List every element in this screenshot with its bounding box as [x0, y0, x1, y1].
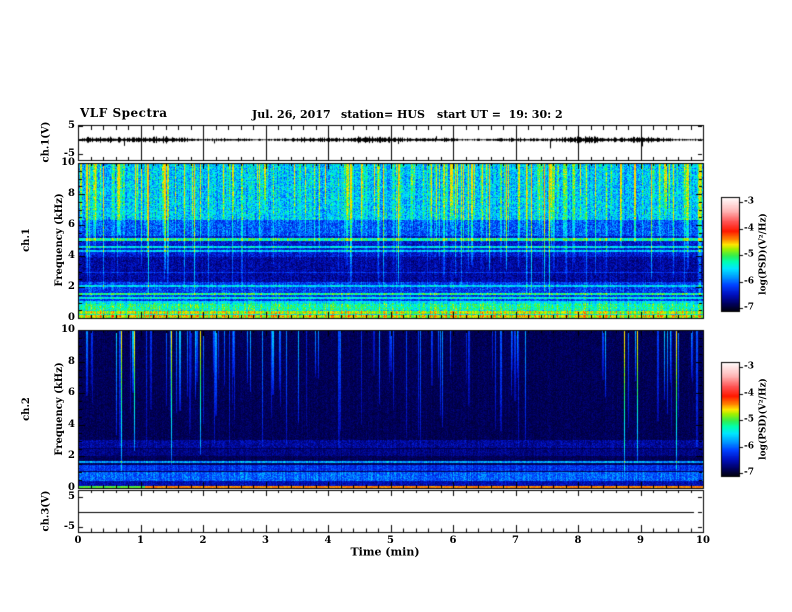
colorbar2-tick-label: -5 — [744, 414, 754, 425]
colorbar2-label: log(PSD)(V²/Hz) — [758, 378, 769, 460]
plot-date: Jul. 26, 2017 — [252, 108, 331, 121]
spectra-plot-canvas — [0, 0, 792, 612]
ch2-frequency-axis-label-line1: ch.2 — [21, 397, 32, 421]
ch1-freq-tick-label: 2 — [68, 281, 75, 292]
colorbar1-tick-label: -7 — [744, 302, 754, 313]
colorbar1-tick-label: -5 — [744, 249, 754, 260]
colorbar1-tick-label: -4 — [744, 223, 754, 233]
ch1-volt-tick-label: -5 — [63, 147, 75, 159]
ch1-volt-tick-label: 5 — [68, 120, 75, 132]
plot-title: VLF Spectra — [80, 106, 168, 120]
ch1-frequency-axis-label-line1: ch.1 — [21, 228, 32, 252]
ch2-freq-tick-label: 4 — [68, 418, 75, 430]
time-tick-label: 1 — [137, 535, 144, 546]
colorbar1-tick-label: -6 — [744, 276, 754, 286]
ch1-frequency-axis-label-line2: Frequency (kHz) — [54, 193, 65, 287]
vlf-spectra-screen: VLF Spectra Jul. 26, 2017 station= HUS s… — [0, 0, 792, 612]
colorbar2-tick-label: -4 — [744, 388, 754, 398]
ch1-frequency-axis-label: ch.1 Frequency (kHz) — [0, 193, 87, 286]
ch3-volt-tick-label: -5 — [63, 520, 75, 532]
time-tick-label: 3 — [262, 535, 269, 546]
colorbar2-tick-label: -3 — [744, 361, 754, 372]
start-ut-label: start UT = 19: 30: 2 — [437, 108, 563, 121]
time-axis-label: Time (min) — [350, 545, 420, 559]
ch1-freq-tick-label: 8 — [68, 188, 75, 199]
time-tick-label: 9 — [637, 535, 644, 546]
ch1-freq-tick-label: 6 — [68, 219, 75, 230]
colorbar2-tick-label: -7 — [744, 467, 754, 478]
ch3-voltage-axis-label: ch.3(V) — [40, 490, 52, 532]
time-tick-label: 4 — [324, 535, 332, 546]
ch3-volt-tick-label: 5 — [68, 490, 75, 502]
ch2-freq-tick-label: 2 — [68, 450, 75, 462]
time-tick-label: 10 — [696, 535, 710, 546]
colorbar2-tick-label: -6 — [744, 441, 754, 451]
time-tick-label: 5 — [387, 535, 394, 546]
station-label: station= HUS — [341, 108, 425, 121]
time-tick-label: 8 — [574, 535, 582, 546]
ch2-freq-tick-label: 10 — [61, 324, 75, 335]
ch2-freq-tick-label: 8 — [68, 355, 75, 367]
colorbar1-label: log(PSD)(V²/Hz) — [758, 213, 769, 295]
ch2-frequency-axis-label: ch.2 Frequency (kHz) — [0, 362, 87, 455]
time-tick-label: 0 — [74, 535, 82, 546]
ch1-freq-tick-label: 0 — [68, 312, 75, 323]
ch1-voltage-axis-label: ch.1(V) — [40, 121, 52, 163]
ch2-freq-tick-label: 6 — [68, 387, 75, 399]
ch2-frequency-axis-label-line2: Frequency (kHz) — [54, 362, 65, 456]
colorbar1-tick-label: -3 — [744, 196, 754, 207]
ch1-freq-tick-label: 10 — [61, 157, 75, 168]
ch1-freq-tick-label: 4 — [68, 250, 75, 261]
time-tick-label: 2 — [199, 535, 207, 546]
time-tick-label: 6 — [449, 535, 457, 546]
time-tick-label: 7 — [512, 535, 519, 546]
